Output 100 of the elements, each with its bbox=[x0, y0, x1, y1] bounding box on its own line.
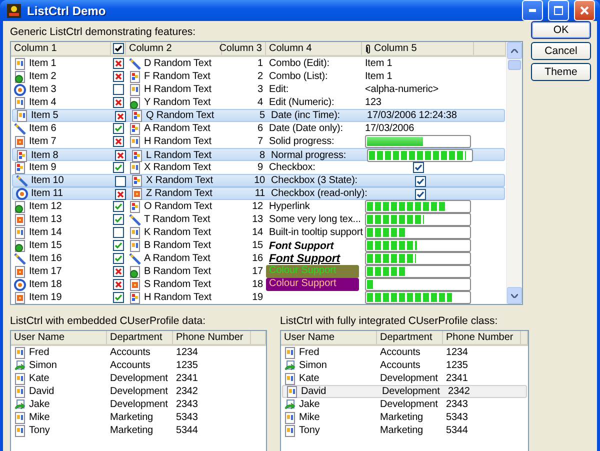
table-cell: Mike bbox=[29, 412, 50, 424]
minimize-button[interactable] bbox=[522, 0, 543, 21]
column-header[interactable]: Column 5 bbox=[374, 43, 417, 54]
table-cell: Jake bbox=[299, 398, 320, 410]
selected-row[interactable]: Item 11 Z Random Text 11 Checkbox (read-only): bbox=[12, 187, 505, 200]
table-row[interactable]: Tony Marketing 5344 bbox=[11, 424, 266, 437]
selected-row[interactable]: Item 8 L Random Text 8 Normal progress: bbox=[12, 148, 505, 161]
dialog-button[interactable]: OK bbox=[531, 21, 591, 39]
table-cell: S Random Text bbox=[144, 278, 211, 290]
checkbox[interactable] bbox=[414, 188, 426, 200]
table-cell: F Random Text bbox=[144, 70, 210, 82]
table-cell: Item 1 bbox=[365, 70, 392, 82]
checkbox[interactable] bbox=[113, 227, 124, 238]
document-icon bbox=[129, 240, 141, 252]
table-cell: 5343 bbox=[176, 412, 198, 424]
maximize-button[interactable] bbox=[548, 0, 569, 21]
column-header[interactable]: Phone Number bbox=[176, 332, 244, 343]
pencil-icon bbox=[14, 122, 26, 134]
table-row[interactable]: Item 2 F Random Text 2 Combo (List): Item 1 bbox=[11, 70, 506, 83]
scroll-thumb[interactable] bbox=[508, 60, 521, 70]
table-row[interactable]: Item 6 A Random Text 6 Date (Date only): 17/03/2006 bbox=[11, 122, 506, 135]
table-row[interactable]: Tony Marketing 5344 bbox=[281, 424, 528, 437]
column-header[interactable]: Department bbox=[110, 332, 162, 343]
document-icon bbox=[14, 412, 26, 424]
column-header[interactable]: Department bbox=[380, 332, 432, 343]
checkbox[interactable] bbox=[414, 176, 426, 186]
table-cell: Accounts bbox=[110, 360, 150, 372]
column-header[interactable]: Column 2 bbox=[129, 43, 172, 54]
table-cell: Edit: bbox=[269, 84, 289, 96]
section-label: ListCtrl with embedded CUserProfile data: bbox=[10, 315, 207, 327]
table-cell: 14 bbox=[252, 226, 263, 238]
document-icon bbox=[14, 58, 26, 70]
checkbox[interactable] bbox=[412, 162, 424, 173]
table-row[interactable]: Item 12 O Random Text 12 Hyperlink bbox=[11, 200, 506, 213]
section-label: Generic ListCtrl demonstrating features: bbox=[10, 26, 197, 38]
table-row[interactable]: Item 3 H Random Text 3 Edit: <alpha-numeric> bbox=[11, 83, 506, 96]
table-row[interactable]: Mike Marketing 5343 bbox=[281, 411, 528, 424]
image-document-icon bbox=[129, 70, 141, 82]
table-row[interactable]: Item 4 Y Random Text 4 Edit (Numeric): 123 bbox=[11, 96, 506, 109]
table-cell: D Random Text bbox=[144, 58, 212, 70]
table-cell: A Random Text bbox=[144, 122, 210, 134]
table-row[interactable]: Item 1 D Random Text 1 Combo (Edit): Item 1 bbox=[11, 57, 506, 70]
table-cell: Development bbox=[380, 398, 438, 410]
table-cell: X Random Text bbox=[146, 175, 213, 187]
scroll-down-icon[interactable] bbox=[511, 294, 518, 298]
selected-row[interactable]: Item 5 Q Random Text 5 Date (inc Time): 17/03/2006 12:24:38 bbox=[12, 109, 505, 122]
dialog-button[interactable]: Theme bbox=[531, 63, 591, 81]
table-row[interactable]: Item 9 X Random Text 9 Checkbox: bbox=[11, 161, 506, 174]
column-header[interactable]: Column 4 bbox=[269, 43, 312, 54]
table-row[interactable]: Simon Accounts 1235 bbox=[11, 359, 266, 372]
table-cell: 16 bbox=[252, 252, 263, 264]
table-row[interactable]: Jake Development 2343 bbox=[11, 398, 266, 411]
table-row[interactable]: Item 19 H Random Text 19 bbox=[11, 291, 506, 304]
close-button[interactable] bbox=[574, 0, 595, 21]
table-row[interactable]: Fred Accounts 1234 bbox=[281, 346, 528, 359]
checkbox[interactable] bbox=[113, 84, 124, 95]
table-row[interactable]: Jake Development 2343 bbox=[281, 398, 528, 411]
table-row[interactable]: Item 17 B Random Text 17 Colour Support bbox=[11, 265, 506, 278]
table-cell: A Random Text bbox=[144, 252, 210, 264]
column-header[interactable]: Column 1 bbox=[14, 43, 57, 54]
column-header[interactable]: User Name bbox=[14, 332, 65, 343]
table-cell: Item 15 bbox=[29, 240, 62, 252]
table-row[interactable]: Item 18 S Random Text 18 Colour Support bbox=[11, 278, 506, 291]
column-header[interactable]: Column 3 bbox=[219, 43, 262, 54]
checkbox[interactable] bbox=[113, 43, 124, 54]
table-row[interactable]: Fred Accounts 1234 bbox=[11, 346, 266, 359]
selected-row[interactable]: David Development 2342 bbox=[282, 385, 527, 398]
table-cell: 6 bbox=[258, 122, 263, 134]
table-row[interactable]: Item 15 B Random Text 15 Font Support bbox=[11, 239, 506, 252]
table-cell: B Random Text bbox=[144, 240, 211, 252]
dialog-button[interactable]: Cancel bbox=[531, 42, 591, 60]
scrollbar[interactable] bbox=[506, 42, 522, 304]
table-row[interactable]: Item 14 K Random Text 14 Built-in tooltip support bbox=[11, 226, 506, 239]
table-cell: Marketing bbox=[380, 424, 424, 436]
arrow-document-icon bbox=[14, 398, 26, 410]
table-cell: Item 11 bbox=[31, 188, 63, 200]
checkbox[interactable] bbox=[115, 176, 126, 186]
selected-row[interactable]: Item 10 X Random Text 10 Checkbox (3 State): bbox=[12, 174, 505, 187]
table-cell: Combo (List): bbox=[269, 70, 328, 82]
table-cell: Checkbox (read-only): bbox=[271, 188, 368, 200]
table-row[interactable]: Mike Marketing 5343 bbox=[11, 411, 266, 424]
table-row[interactable]: Kate Development 2341 bbox=[11, 372, 266, 385]
table-row[interactable]: Item 16 A Random Text 16 Font Support bbox=[11, 252, 506, 265]
table-cell: Hyperlink bbox=[269, 200, 310, 212]
document-picture-icon bbox=[14, 214, 26, 226]
table-row[interactable]: Simon Accounts 1235 bbox=[281, 359, 528, 372]
table-row[interactable]: Item 13 T Random Text 13 Some very long tex... bbox=[11, 213, 506, 226]
document-badge-icon bbox=[14, 70, 26, 82]
column-header[interactable]: User Name bbox=[284, 332, 335, 343]
table-row[interactable]: Kate Development 2341 bbox=[281, 372, 528, 385]
table-cell: Jake bbox=[29, 398, 50, 410]
table-cell: Font Support bbox=[269, 240, 334, 252]
scroll-up-icon[interactable] bbox=[511, 48, 518, 52]
pencil-icon bbox=[129, 58, 141, 70]
document-icon bbox=[284, 346, 296, 358]
image-document-icon bbox=[129, 122, 141, 134]
table-row[interactable]: David Development 2342 bbox=[11, 385, 266, 398]
table-cell: 2341 bbox=[176, 372, 198, 384]
column-header[interactable]: Phone Number bbox=[446, 332, 514, 343]
document-icon bbox=[14, 346, 26, 358]
